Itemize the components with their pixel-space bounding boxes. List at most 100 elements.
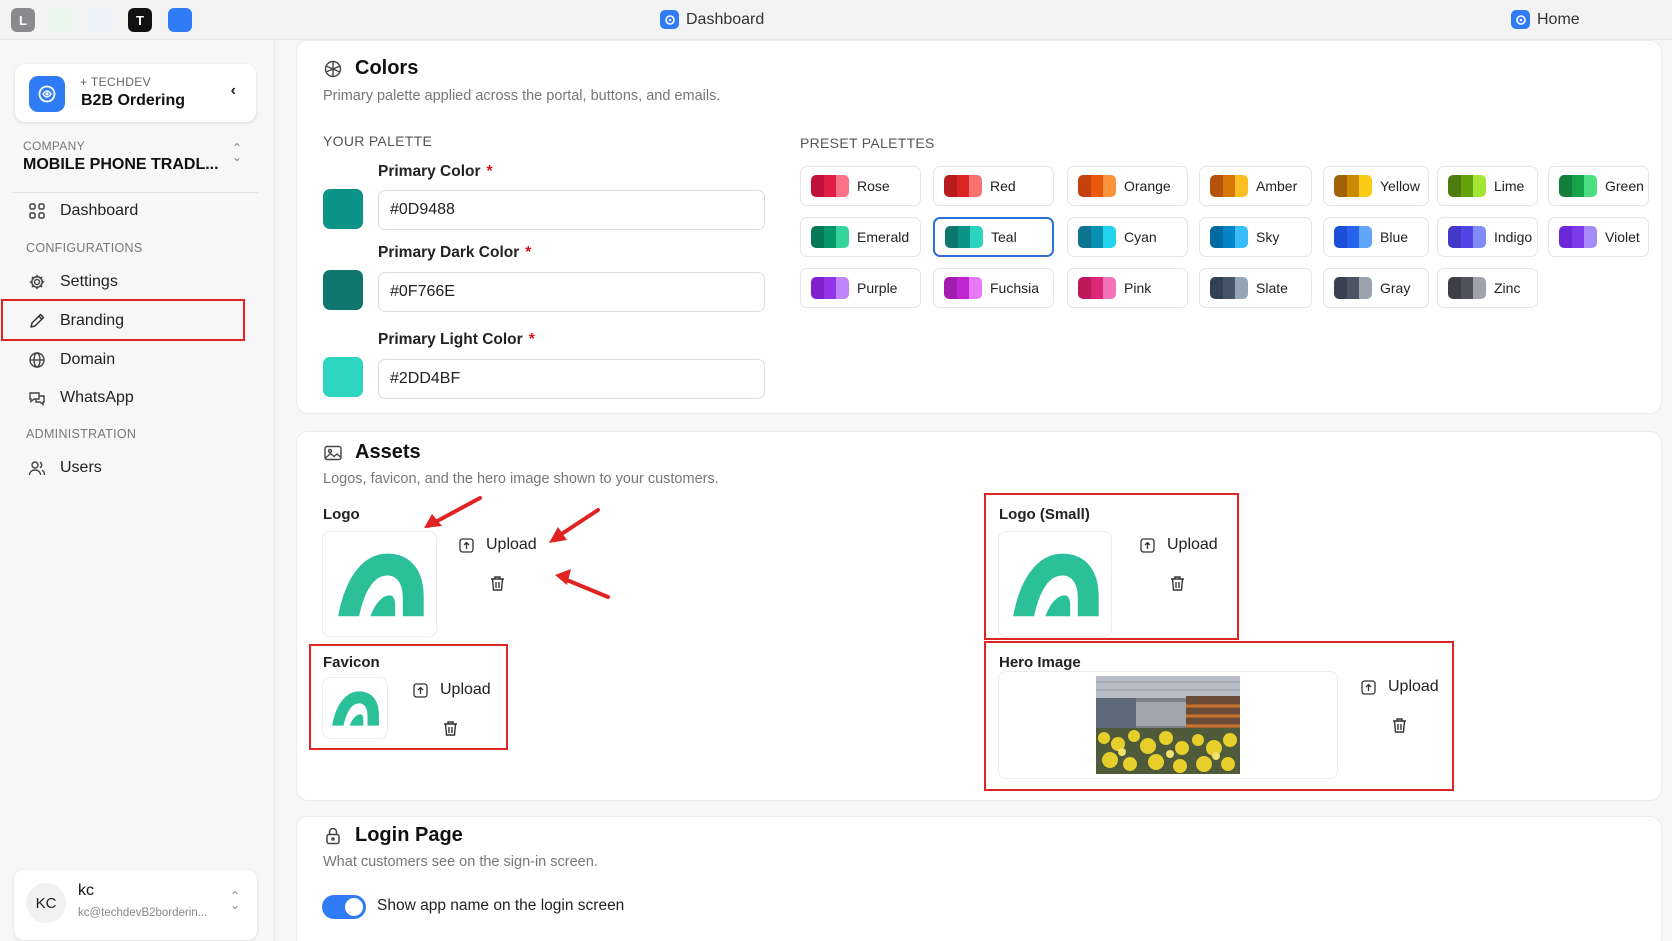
primary-dark-color-input[interactable]: #0F766E — [378, 272, 765, 312]
sidebar-item-settings[interactable]: Settings — [28, 270, 118, 294]
brand-logo-icon — [29, 76, 65, 112]
palette-chip — [1334, 175, 1372, 197]
gear-icon — [29, 274, 45, 290]
user-email: kc@techdevB2borderin... — [78, 907, 208, 919]
annotation-highlight-logo-small — [984, 493, 1239, 640]
primary-color-label: Primary Color * — [378, 163, 493, 180]
sidebar-item-dashboard[interactable]: Dashboard — [28, 199, 138, 223]
palette-chip — [1559, 175, 1597, 197]
preset-label: Gray — [1380, 280, 1411, 296]
preset-pink[interactable]: Pink — [1067, 268, 1188, 308]
login-page-card — [296, 816, 1662, 941]
avatar: KC — [26, 883, 66, 923]
preset-label: Fuchsia — [990, 280, 1040, 296]
annotation-highlight-hero-image — [984, 641, 1454, 791]
show-app-name-toggle[interactable] — [322, 895, 366, 919]
location-pin-icon[interactable] — [90, 8, 114, 32]
chevron-up-down-icon[interactable]: ⌃ ⌄ — [230, 890, 240, 911]
palette-chip — [811, 175, 849, 197]
primary-dark-color-swatch[interactable] — [323, 270, 363, 310]
upload-icon — [459, 537, 474, 553]
preset-label: Cyan — [1124, 229, 1157, 245]
preset-violet[interactable]: Violet — [1548, 217, 1649, 257]
section-administration: ADMINISTRATION — [26, 427, 137, 441]
chevron-up-down-icon[interactable]: ⌃ ⌄ — [232, 142, 242, 163]
preset-emerald[interactable]: Emerald — [800, 217, 921, 257]
app-logo-icon — [660, 10, 679, 29]
colors-title: Colors — [323, 57, 418, 80]
collapse-sidebar-icon[interactable]: ‹ — [231, 82, 236, 100]
globe-icon — [29, 352, 45, 368]
show-app-name-label: Show app name on the login screen — [377, 897, 625, 914]
preset-label: Violet — [1605, 229, 1640, 245]
preset-label: Amber — [1256, 178, 1298, 194]
preset-cyan[interactable]: Cyan — [1067, 217, 1188, 257]
preset-label: Green — [1605, 178, 1644, 194]
lock-icon — [326, 827, 340, 844]
browser-tab-bar: L T Dashboard Home — [0, 0, 1672, 40]
preset-lime[interactable]: Lime — [1437, 166, 1538, 206]
preset-blue[interactable]: Blue — [1323, 217, 1429, 257]
user-menu[interactable]: KC kc kc@techdevB2borderin... ⌃ ⌄ — [14, 870, 257, 940]
preset-indigo[interactable]: Indigo — [1437, 217, 1538, 257]
company-selector[interactable]: MOBILE PHONE TRADL... — [23, 156, 219, 174]
primary-color-input[interactable]: #0D9488 — [378, 190, 765, 230]
l-app-icon[interactable]: L — [11, 8, 35, 32]
palette-chip — [1078, 175, 1116, 197]
preset-teal[interactable]: Teal — [933, 217, 1054, 257]
brand-switcher[interactable]: + TECHDEV B2B Ordering ‹ — [15, 64, 256, 122]
preset-label: Pink — [1124, 280, 1152, 296]
preset-label: Blue — [1380, 229, 1409, 245]
t-app-icon[interactable]: T — [128, 8, 152, 32]
preset-slate[interactable]: Slate — [1199, 268, 1312, 308]
preset-rose[interactable]: Rose — [800, 166, 921, 206]
preset-gray[interactable]: Gray — [1323, 268, 1429, 308]
green-app-icon[interactable] — [50, 8, 74, 32]
preset-amber[interactable]: Amber — [1199, 166, 1312, 206]
assets-description: Logos, favicon, and the hero image shown… — [323, 471, 719, 487]
tab-dashboard-label: Dashboard — [686, 10, 765, 28]
tab-home-label: Home — [1537, 10, 1580, 28]
preset-label: Emerald — [857, 229, 910, 245]
preset-green[interactable]: Green — [1548, 166, 1649, 206]
logo-upload-button[interactable]: Upload — [459, 536, 537, 554]
sidebar: + TECHDEV B2B Ordering ‹ COMPANY MOBILE … — [0, 40, 275, 941]
palette-chip — [1334, 226, 1372, 248]
company-label: COMPANY — [23, 139, 85, 153]
palette-chip — [945, 226, 983, 248]
logo-preview — [322, 531, 437, 637]
annotation-arrow — [549, 508, 600, 543]
primary-color-swatch[interactable] — [323, 189, 363, 229]
primary-light-color-input[interactable]: #2DD4BF — [378, 359, 765, 399]
blue-app-icon[interactable] — [168, 8, 192, 32]
preset-yellow[interactable]: Yellow — [1323, 166, 1429, 206]
preset-red[interactable]: Red — [933, 166, 1054, 206]
preset-zinc[interactable]: Zinc — [1437, 268, 1538, 308]
preset-orange[interactable]: Orange — [1067, 166, 1188, 206]
sidebar-item-users[interactable]: Users — [28, 456, 102, 480]
palette-chip — [1078, 226, 1116, 248]
sidebar-item-label: WhatsApp — [60, 389, 134, 406]
preset-fuchsia[interactable]: Fuchsia — [933, 268, 1054, 308]
grid-icon — [29, 203, 45, 219]
user-name: kc — [78, 882, 94, 899]
primary-light-color-swatch[interactable] — [323, 357, 363, 397]
preset-sky[interactable]: Sky — [1199, 217, 1312, 257]
sidebar-item-whatsapp[interactable]: WhatsApp — [28, 386, 134, 410]
preset-label: Slate — [1256, 280, 1288, 296]
palette-chip — [944, 175, 982, 197]
sidebar-item-label: Users — [60, 459, 102, 476]
users-icon — [28, 461, 46, 476]
logo-delete-icon[interactable] — [489, 575, 506, 592]
preset-label: Orange — [1124, 178, 1171, 194]
palette-chip — [1210, 175, 1248, 197]
preset-purple[interactable]: Purple — [800, 268, 921, 308]
preset-label: Yellow — [1380, 178, 1420, 194]
tab-dashboard[interactable]: Dashboard — [660, 10, 764, 29]
tab-home[interactable]: Home — [1511, 10, 1580, 29]
annotation-arrow — [424, 496, 482, 528]
palette-chip — [1078, 277, 1116, 299]
palette-chip — [1559, 226, 1597, 248]
sidebar-item-domain[interactable]: Domain — [28, 348, 115, 372]
chat-bubbles-icon — [29, 392, 45, 406]
